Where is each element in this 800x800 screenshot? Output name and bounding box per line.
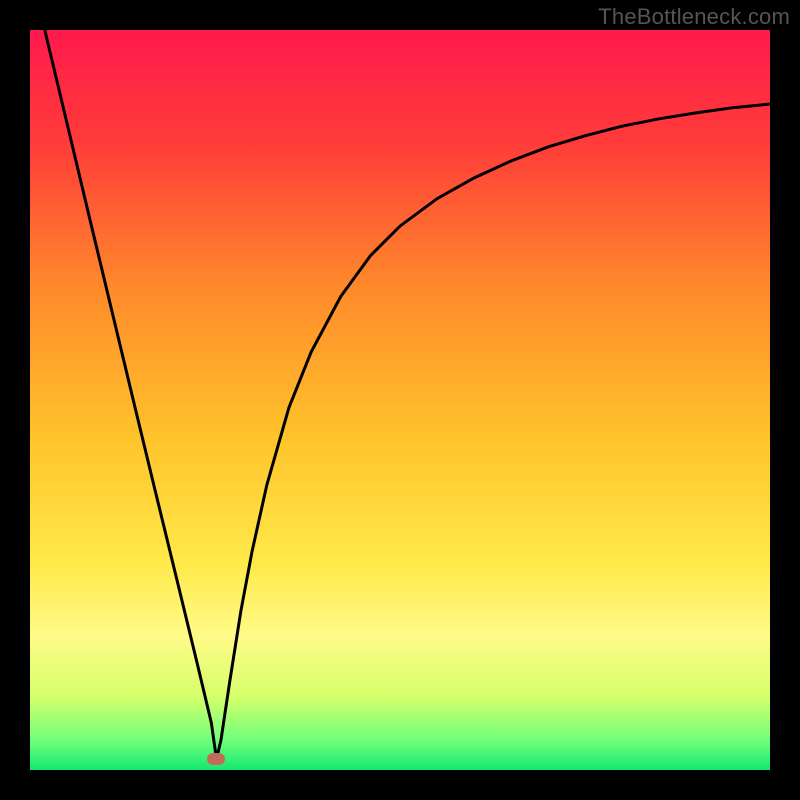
minimum-marker: [207, 753, 225, 765]
curve-path: [45, 30, 770, 759]
watermark-text: TheBottleneck.com: [598, 4, 790, 30]
chart-frame: TheBottleneck.com: [0, 0, 800, 800]
bottleneck-curve: [30, 30, 770, 770]
